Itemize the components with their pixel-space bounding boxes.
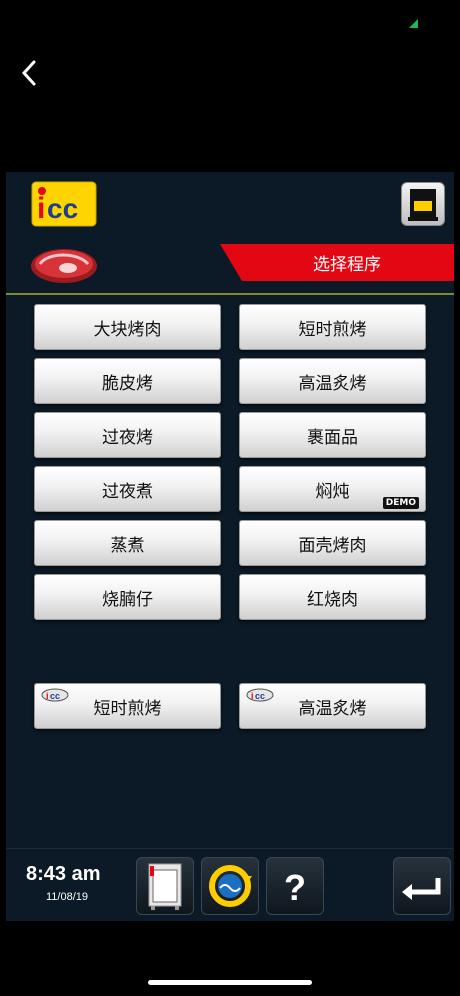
clock-time: 8:43 am [26, 863, 101, 885]
svg-text:cc: cc [47, 193, 78, 224]
program-button[interactable]: 焖炖 DEMO [239, 466, 426, 512]
favorite-program-button[interactable]: i cc 高温炙烤 [239, 683, 426, 729]
icc-mini-icon: i cc [246, 688, 274, 702]
program-button[interactable]: 高温炙烤 [239, 358, 426, 404]
program-button[interactable]: 过夜煮 [34, 466, 221, 512]
icc-mini-icon: i cc [41, 688, 69, 702]
back-icon[interactable] [14, 58, 44, 88]
home-indicator[interactable] [148, 980, 312, 985]
demo-badge: DEMO [382, 497, 419, 509]
signal-indicator-icon [409, 19, 418, 28]
help-icon: ? [284, 867, 306, 908]
cleaning-button[interactable] [201, 857, 259, 915]
program-button[interactable]: 短时煎烤 [239, 304, 426, 350]
page-title: 选择程序 [220, 244, 454, 281]
program-button[interactable]: 脆皮烤 [34, 358, 221, 404]
oven-button[interactable] [136, 857, 194, 915]
favorite-program-button[interactable]: i cc 短时煎烤 [34, 683, 221, 729]
help-button[interactable]: ? [266, 857, 324, 915]
svg-text:cc: cc [255, 691, 265, 701]
svg-text:i: i [46, 691, 49, 701]
oven-icon [148, 863, 182, 910]
cleaning-icon [209, 865, 252, 907]
icc-logo-icon: i cc [31, 181, 97, 227]
program-button[interactable]: 红烧肉 [239, 574, 426, 620]
cup-icon [408, 189, 438, 221]
cup-button[interactable] [401, 182, 445, 226]
bottom-toolbar: 8:43 am 11/08/19 ? [6, 848, 454, 921]
program-button[interactable]: 过夜烤 [34, 412, 221, 458]
return-icon [402, 878, 441, 900]
program-button[interactable]: 大块烤肉 [34, 304, 221, 350]
program-button[interactable]: 面壳烤肉 [239, 520, 426, 566]
app-panel: i cc 选择程序 大块烤肉 短时煎烤 脆皮烤 高温炙烤 过夜烤 裹面品 过夜煮… [6, 172, 454, 921]
meat-icon [31, 249, 97, 283]
clock-date: 11/08/19 [46, 891, 89, 903]
program-button[interactable]: 裹面品 [239, 412, 426, 458]
svg-text:?: ? [284, 867, 306, 908]
return-button[interactable] [393, 857, 451, 915]
program-button[interactable]: 蒸煮 [34, 520, 221, 566]
svg-text:i: i [251, 691, 254, 701]
divider [6, 293, 454, 295]
svg-text:i: i [37, 192, 45, 225]
svg-text:cc: cc [50, 691, 60, 701]
program-button[interactable]: 烧腩仔 [34, 574, 221, 620]
